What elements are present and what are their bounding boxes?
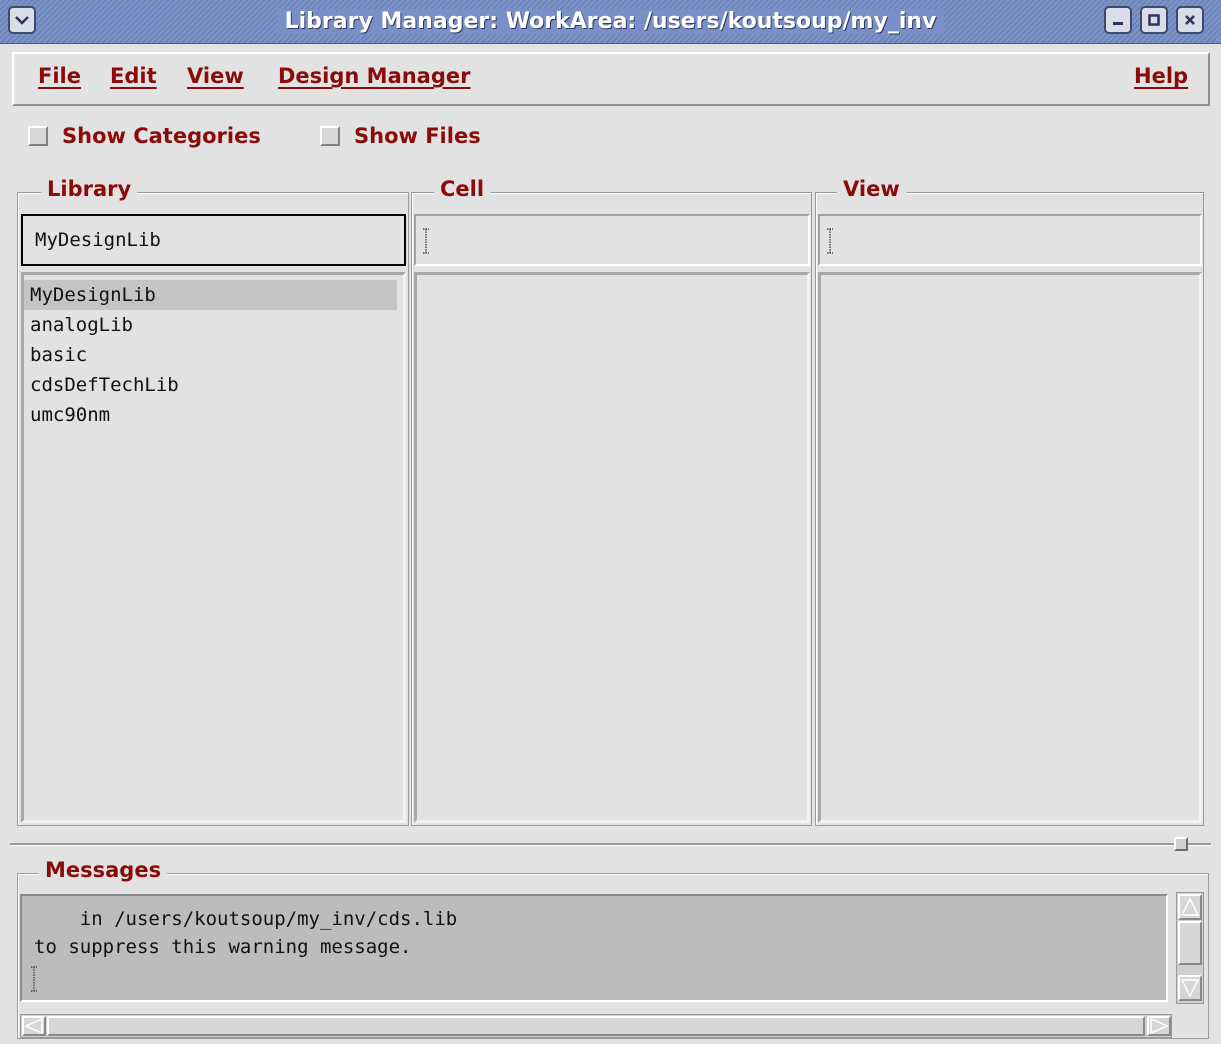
arrow-up-icon [1180,897,1200,916]
cell-input[interactable] [414,214,810,266]
window-title: Library Manager: WorkArea: /users/koutso… [0,9,1221,34]
cell-list[interactable] [414,272,810,823]
arrow-left-icon [24,1017,43,1035]
close-icon [1185,15,1195,25]
library-input[interactable]: MyDesignLib [21,214,406,266]
menu-design-manager[interactable]: Design Manager [278,64,471,88]
minimize-button[interactable] [1104,6,1132,34]
show-categories-checkbox[interactable]: Show Categories [28,124,261,148]
list-item[interactable]: basic [24,340,403,370]
scroll-up-button[interactable] [1178,894,1202,920]
checkbox-box[interactable] [28,126,48,146]
scroll-down-button[interactable] [1178,975,1202,1001]
menu-bar: File Edit View Design Manager Help [12,52,1210,106]
window-title-text: Library Manager: WorkArea: /users/koutso… [276,9,945,34]
text-cursor-icon [31,966,37,992]
message-line: in /users/koutsoup/my_inv/cds.lib [34,908,458,930]
scroll-right-button[interactable] [1147,1016,1171,1036]
maximize-button[interactable] [1140,6,1168,34]
pane-sash-handle[interactable] [1174,837,1188,851]
menu-help[interactable]: Help [1134,64,1188,88]
view-list[interactable] [818,272,1202,823]
menu-view[interactable]: View [187,64,244,88]
pane-separator [10,843,1211,846]
title-bar[interactable]: Library Manager: WorkArea: /users/koutso… [0,0,1221,44]
list-item[interactable]: analogLib [24,310,403,340]
maximize-icon [1148,14,1160,26]
messages-vertical-scrollbar[interactable] [1176,892,1204,1004]
minimize-icon [1113,22,1123,25]
checkbox-box[interactable] [320,126,340,146]
text-cursor-icon [423,228,429,254]
show-categories-label: Show Categories [62,124,261,148]
message-line: to suppress this warning message. [34,936,412,958]
view-input[interactable] [818,214,1202,266]
messages-text-area[interactable]: in /users/koutsoup/my_inv/cds.lib to sup… [20,894,1168,1002]
list-item[interactable]: cdsDefTechLib [24,370,403,400]
messages-label: Messages [39,858,168,882]
library-label: Library [41,177,138,201]
cell-label: Cell [434,177,491,201]
close-button[interactable] [1176,6,1204,34]
messages-horizontal-scrollbar[interactable] [20,1014,1172,1038]
text-cursor-icon [827,228,833,254]
scroll-left-button[interactable] [22,1016,46,1036]
list-item[interactable]: umc90nm [24,400,403,430]
scroll-thumb[interactable] [47,1016,1145,1036]
arrow-down-icon [1180,979,1200,998]
library-input-value: MyDesignLib [35,229,161,251]
menu-edit[interactable]: Edit [110,64,157,88]
show-files-label: Show Files [354,124,481,148]
scroll-thumb[interactable] [1178,921,1202,965]
menu-file[interactable]: File [38,64,81,88]
library-list[interactable]: MyDesignLib analogLib basic cdsDefTechLi… [21,272,406,823]
view-label: View [837,177,906,201]
show-files-checkbox[interactable]: Show Files [320,124,481,148]
arrow-right-icon [1150,1017,1169,1035]
list-item[interactable]: MyDesignLib [24,280,397,310]
